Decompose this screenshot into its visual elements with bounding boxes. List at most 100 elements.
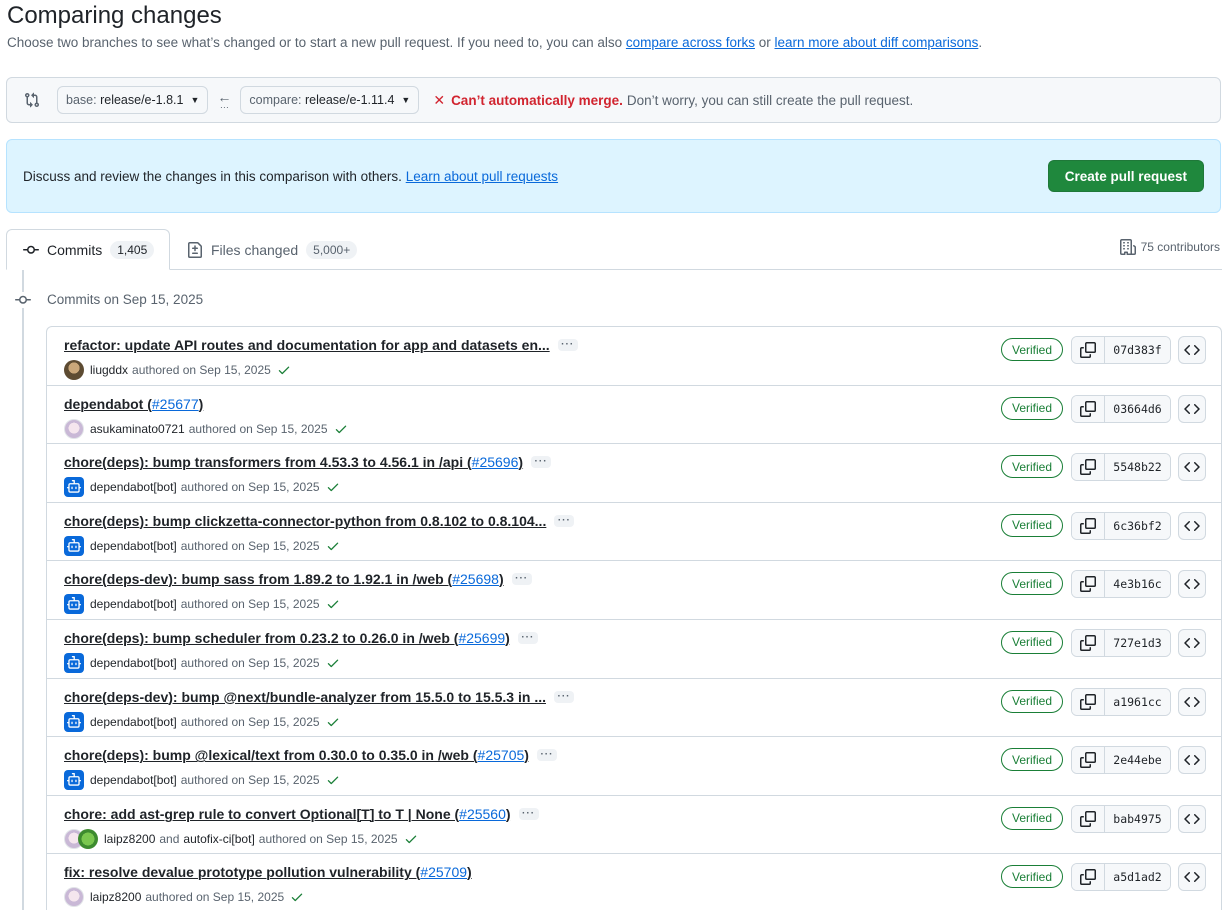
copy-icon[interactable] [1072, 395, 1105, 422]
check-icon[interactable] [326, 773, 340, 787]
code-icon[interactable] [1178, 453, 1206, 482]
copy-icon[interactable] [1072, 454, 1105, 481]
verified-badge[interactable]: Verified [1001, 455, 1064, 479]
check-icon[interactable] [326, 480, 340, 494]
commit-sha-link[interactable]: bab4975 [1105, 805, 1170, 832]
git-compare-icon[interactable] [7, 92, 57, 108]
commit-sha-link[interactable]: a1961cc [1105, 688, 1170, 715]
check-icon[interactable] [326, 539, 340, 553]
expand-commit-button[interactable]: ··· [518, 807, 539, 820]
commit-message-close[interactable]: ) [467, 864, 472, 880]
pr-link[interactable]: #25699 [458, 630, 505, 646]
commit-sha-link[interactable]: 5548b22 [1105, 454, 1170, 481]
code-icon[interactable] [1178, 804, 1206, 833]
expand-commit-button[interactable]: ··· [557, 339, 578, 351]
author-name[interactable]: laipz8200 [104, 832, 155, 846]
author-name[interactable]: liugddx [90, 363, 128, 377]
check-icon[interactable] [277, 363, 291, 377]
pr-link[interactable]: #25560 [459, 806, 506, 822]
check-icon[interactable] [404, 832, 418, 846]
copy-icon[interactable] [1072, 805, 1105, 832]
avatar[interactable] [64, 887, 84, 908]
author-name[interactable]: dependabot[bot] [90, 656, 177, 670]
avatar[interactable] [64, 418, 84, 439]
commit-message[interactable]: refactor: update API routes and document… [64, 337, 550, 353]
verified-badge[interactable]: Verified [1001, 748, 1064, 772]
verified-badge[interactable]: Verified [1001, 865, 1064, 889]
commit-message[interactable]: chore(deps-dev): bump @next/bundle-analy… [64, 689, 546, 705]
learn-pull-requests-link[interactable]: Learn about pull requests [406, 169, 558, 184]
compare-across-forks-link[interactable]: compare across forks [626, 35, 755, 50]
pr-link[interactable]: #25696 [472, 454, 519, 470]
pr-link[interactable]: #25705 [478, 747, 525, 763]
bot-avatar[interactable] [64, 535, 84, 556]
code-icon[interactable] [1178, 746, 1206, 775]
commit-sha-link[interactable]: 03664d6 [1105, 395, 1170, 422]
check-icon[interactable] [326, 715, 340, 729]
commit-sha-link[interactable]: 4e3b16c [1105, 571, 1170, 598]
author-name[interactable]: dependabot[bot] [90, 480, 177, 494]
contributors-link[interactable]: 75 contributors [1119, 239, 1220, 255]
check-icon[interactable] [290, 890, 304, 904]
tab-files-changed[interactable]: Files changed 5,000+ [171, 229, 373, 270]
copy-icon[interactable] [1072, 629, 1105, 656]
check-icon[interactable] [326, 597, 340, 611]
commit-message[interactable]: chore(deps): bump scheduler from 0.23.2 … [64, 630, 458, 646]
copy-icon[interactable] [1072, 512, 1105, 539]
code-icon[interactable] [1178, 394, 1206, 423]
bot-avatar[interactable] [64, 652, 84, 673]
bot-avatar[interactable] [64, 711, 84, 732]
create-pull-request-button[interactable]: Create pull request [1047, 160, 1204, 192]
expand-commit-button[interactable]: ··· [554, 514, 575, 527]
author-name[interactable]: asukaminato0721 [90, 422, 185, 436]
commit-message[interactable]: chore: add ast-grep rule to convert Opti… [64, 806, 459, 822]
commit-sha-link[interactable]: a5d1ad2 [1105, 864, 1170, 891]
verified-badge[interactable]: Verified [1001, 338, 1064, 361]
bot-avatar[interactable] [64, 477, 84, 498]
code-icon[interactable] [1178, 863, 1206, 892]
verified-badge[interactable]: Verified [1001, 396, 1064, 420]
commit-message[interactable]: fix: resolve devalue prototype pollution… [64, 864, 420, 880]
bot-avatar[interactable] [64, 770, 84, 791]
pr-link[interactable]: #25677 [152, 396, 199, 412]
expand-commit-button[interactable]: ··· [517, 631, 538, 644]
author-name[interactable]: dependabot[bot] [90, 715, 177, 729]
code-icon[interactable] [1178, 570, 1206, 599]
commit-sha-link[interactable]: 07d383f [1105, 337, 1170, 363]
commit-sha-link[interactable]: 2e44ebe [1105, 747, 1170, 774]
copy-icon[interactable] [1072, 747, 1105, 774]
commit-message[interactable]: chore(deps): bump @lexical/text from 0.3… [64, 747, 478, 763]
expand-commit-button[interactable]: ··· [536, 749, 557, 762]
commit-sha-link[interactable]: 727e1d3 [1105, 629, 1170, 656]
verified-badge[interactable]: Verified [1001, 513, 1064, 537]
commit-message[interactable]: chore(deps): bump transformers from 4.53… [64, 454, 472, 470]
commit-message-close[interactable]: ) [506, 806, 511, 822]
verified-badge[interactable]: Verified [1001, 572, 1064, 596]
code-icon[interactable] [1178, 687, 1206, 716]
commit-message[interactable]: chore(deps): bump clickzetta-connector-p… [64, 513, 546, 529]
coauthor-avatar[interactable] [78, 828, 98, 849]
commit-message-close[interactable]: ) [199, 396, 204, 412]
author-name[interactable]: laipz8200 [90, 890, 141, 904]
author-name[interactable]: dependabot[bot] [90, 539, 177, 553]
compare-branch-select[interactable]: compare: release/e-1.11.4 ▼ [240, 86, 420, 114]
commit-message[interactable]: dependabot ( [64, 396, 152, 412]
check-icon[interactable] [334, 422, 348, 436]
commit-message-close[interactable]: ) [524, 747, 529, 763]
learn-diff-comparisons-link[interactable]: learn more about diff comparisons [775, 35, 979, 50]
author-name[interactable]: dependabot[bot] [90, 773, 177, 787]
tab-commits[interactable]: Commits 1,405 [6, 229, 170, 270]
pr-link[interactable]: #25698 [452, 571, 499, 587]
copy-icon[interactable] [1072, 864, 1105, 891]
check-icon[interactable] [326, 656, 340, 670]
commit-sha-link[interactable]: 6c36bf2 [1105, 512, 1170, 539]
verified-badge[interactable]: Verified [1001, 630, 1064, 654]
bot-avatar[interactable] [64, 594, 84, 615]
commit-message-close[interactable]: ) [499, 571, 504, 587]
commit-message[interactable]: chore(deps-dev): bump sass from 1.89.2 t… [64, 571, 452, 587]
commit-message-close[interactable]: ) [505, 630, 510, 646]
copy-icon[interactable] [1072, 571, 1105, 598]
code-icon[interactable] [1178, 511, 1206, 540]
copy-icon[interactable] [1072, 688, 1105, 715]
expand-commit-button[interactable]: ··· [531, 456, 552, 469]
